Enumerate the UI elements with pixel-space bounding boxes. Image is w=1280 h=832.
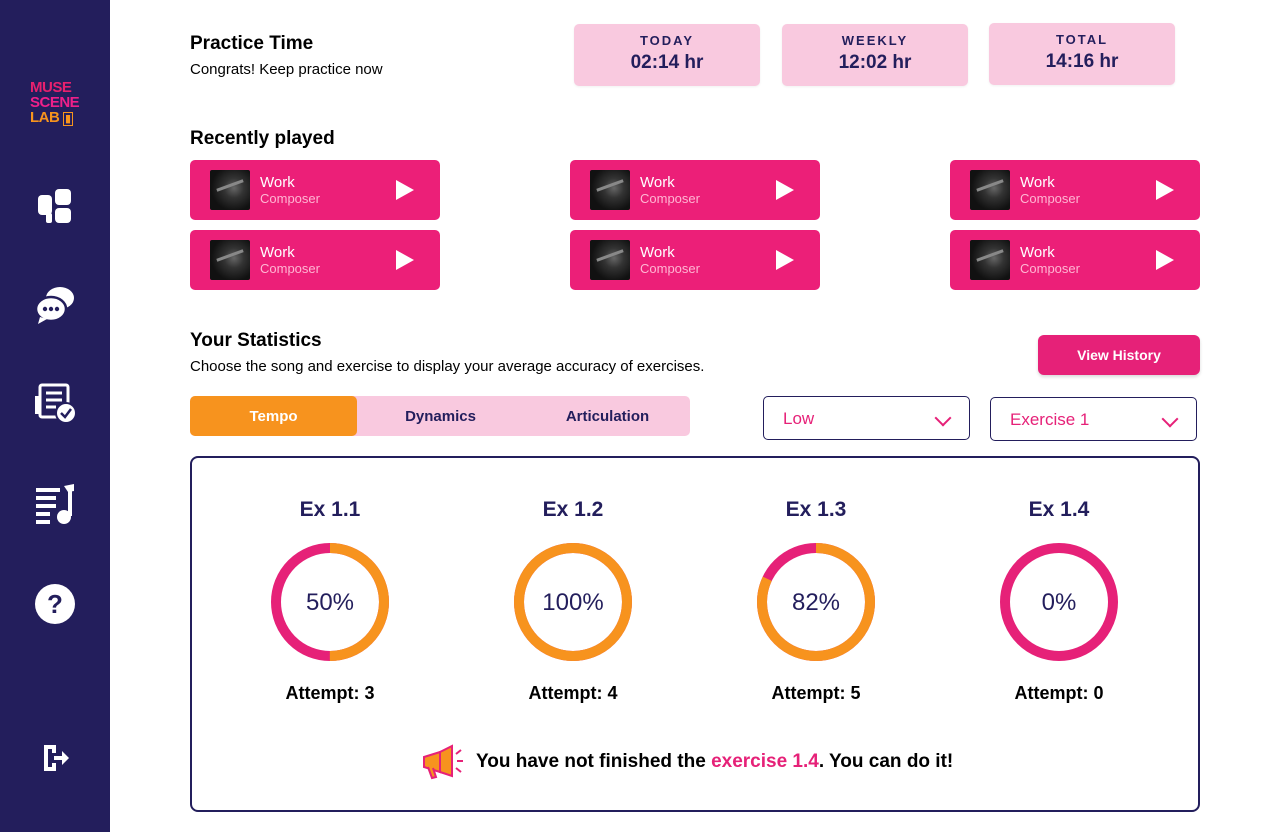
- recently-played-title: Recently played: [190, 128, 335, 149]
- weekly-value: 12:02 hr: [838, 52, 912, 73]
- song-work: Work: [260, 174, 295, 191]
- logo-line-3: LAB ▮: [30, 109, 73, 126]
- weekly-time-card: WEEKLY 12:02 hr: [782, 24, 968, 86]
- song-thumbnail: [590, 240, 630, 280]
- message-end: . You can do it!: [818, 751, 954, 772]
- exercise-title: Ex 1.2: [542, 498, 604, 521]
- help-icon: ?: [35, 584, 75, 624]
- exercise-attempts: Attempt: 5: [771, 683, 861, 703]
- today-time-card: TODAY 02:14 hr: [574, 24, 760, 86]
- message-highlight[interactable]: exercise 1.4: [711, 751, 819, 773]
- dashboard-icon: [38, 189, 71, 223]
- song-thumbnail: [210, 170, 250, 210]
- sidebar-item-help[interactable]: ?: [33, 582, 77, 626]
- exercises-icon: [35, 383, 76, 424]
- total-value: 14:16 hr: [1045, 51, 1119, 72]
- app-logo[interactable]: MUSE SCENE LAB ▮: [30, 80, 82, 127]
- total-label: TOTAL: [1055, 32, 1109, 47]
- song-composer: Composer: [1020, 191, 1080, 206]
- logo-line-2: SCENE: [30, 94, 80, 111]
- exercise-title: Ex 1.3: [785, 498, 847, 521]
- statistics-title: Your Statistics: [190, 330, 322, 351]
- encouragement-message: You have not finished the exercise 1.4. …: [420, 744, 953, 780]
- recent-song-card[interactable]: Work Composer: [570, 230, 820, 290]
- exercise-attempts: Attempt: 3: [285, 683, 375, 703]
- song-composer: Composer: [260, 261, 320, 276]
- svg-text:?: ?: [47, 589, 63, 619]
- statistics-panel: Ex 1.1 50% Attempt: 3 Ex 1.2 100% Attemp…: [190, 456, 1200, 812]
- message-text: You have not finished the: [476, 751, 712, 772]
- song-work: Work: [260, 244, 295, 261]
- today-label: TODAY: [639, 33, 695, 48]
- recent-song-card[interactable]: Work Composer: [570, 160, 820, 220]
- tab-articulation[interactable]: Articulation: [524, 396, 691, 436]
- level-dropdown-value: Low: [783, 409, 815, 428]
- today-value: 02:14 hr: [630, 52, 704, 73]
- sidebar-item-logout[interactable]: [33, 736, 77, 780]
- play-icon[interactable]: [1156, 180, 1174, 200]
- song-work: Work: [640, 174, 675, 191]
- sidebar-item-chat[interactable]: [33, 282, 77, 326]
- statistics-tabs: Tempo Dynamics Articulation: [190, 396, 690, 436]
- song-thumbnail: [210, 240, 250, 280]
- song-composer: Composer: [640, 261, 700, 276]
- recent-song-card[interactable]: Work Composer: [950, 160, 1200, 220]
- statistics-subtitle: Choose the song and exercise to display …: [190, 358, 705, 375]
- logo-line-1: MUSE: [30, 79, 72, 96]
- weekly-label: WEEKLY: [841, 33, 909, 48]
- practice-time-title: Practice Time: [190, 33, 314, 54]
- tab-dynamics[interactable]: Dynamics: [357, 396, 524, 436]
- exercise-percent: 82%: [791, 589, 841, 616]
- exercise-percent: 50%: [305, 589, 355, 616]
- exercise-percent: 0%: [1041, 589, 1077, 616]
- exercise-dropdown[interactable]: Exercise 1: [990, 397, 1197, 441]
- song-composer: Composer: [1020, 261, 1080, 276]
- recent-song-card[interactable]: Work Composer: [190, 230, 440, 290]
- song-thumbnail: [970, 240, 1010, 280]
- exercise-percent: 100%: [542, 589, 604, 616]
- total-time-card: TOTAL 14:16 hr: [989, 23, 1175, 85]
- play-icon[interactable]: [396, 250, 414, 270]
- play-icon[interactable]: [1156, 250, 1174, 270]
- play-icon[interactable]: [776, 250, 794, 270]
- song-thumbnail: [970, 170, 1010, 210]
- song-work: Work: [1020, 174, 1055, 191]
- megaphone-icon: [423, 744, 463, 780]
- exercise-title: Ex 1.1: [299, 498, 361, 521]
- song-work: Work: [1020, 244, 1055, 261]
- sidebar: MUSE SCENE LAB ▮ ?: [0, 0, 110, 832]
- chat-icon: [34, 287, 74, 324]
- song-thumbnail: [590, 170, 630, 210]
- view-history-button[interactable]: View History: [1038, 335, 1200, 375]
- song-composer: Composer: [260, 191, 320, 206]
- exercise-attempts: Attempt: 4: [528, 683, 618, 703]
- play-icon[interactable]: [776, 180, 794, 200]
- level-dropdown[interactable]: Low: [763, 396, 970, 440]
- chevron-down-icon: [1161, 410, 1179, 428]
- sidebar-item-music-list[interactable]: [33, 482, 77, 526]
- practice-time-subtitle: Congrats! Keep practice now: [190, 61, 383, 78]
- exercise-dropdown-value: Exercise 1: [1010, 410, 1090, 429]
- chevron-down-icon: [934, 409, 952, 427]
- exercise-title: Ex 1.4: [1028, 498, 1090, 521]
- play-icon[interactable]: [396, 180, 414, 200]
- tab-tempo[interactable]: Tempo: [190, 396, 357, 436]
- sidebar-item-exercises[interactable]: [33, 381, 77, 425]
- recent-song-card[interactable]: Work Composer: [950, 230, 1200, 290]
- music-list-icon: [36, 484, 74, 524]
- sidebar-item-dashboard[interactable]: [33, 184, 77, 228]
- logout-icon: [44, 745, 69, 771]
- song-composer: Composer: [640, 191, 700, 206]
- exercise-attempts: Attempt: 0: [1014, 683, 1104, 703]
- song-work: Work: [640, 244, 675, 261]
- recent-song-card[interactable]: Work Composer: [190, 160, 440, 220]
